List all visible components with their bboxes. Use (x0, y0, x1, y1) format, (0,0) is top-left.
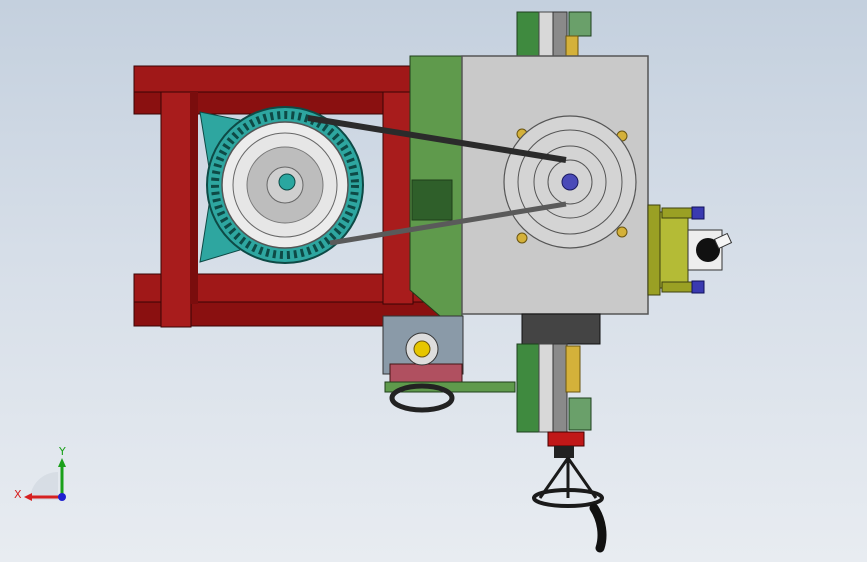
coordinate-triad: X Y (14, 445, 66, 501)
triad-y-label: Y (58, 445, 66, 458)
clamp-screw-bottom[interactable] (661, 280, 705, 294)
green-bracket[interactable] (409, 55, 463, 317)
handwheel[interactable] (532, 446, 607, 553)
cad-model-view[interactable]: X Y (0, 0, 867, 562)
worm-gear-unit[interactable] (382, 315, 516, 413)
vertical-slide-bottom[interactable] (516, 343, 592, 447)
graphics-viewport[interactable]: X Y (0, 0, 867, 562)
driven-pulley[interactable] (503, 115, 637, 249)
triad-x-label: X (14, 488, 22, 501)
motor-pulley[interactable] (232, 132, 338, 238)
triad-z-axis (58, 493, 66, 501)
vertical-slide-top[interactable] (516, 11, 592, 59)
clamp-screw-top[interactable] (661, 206, 705, 220)
